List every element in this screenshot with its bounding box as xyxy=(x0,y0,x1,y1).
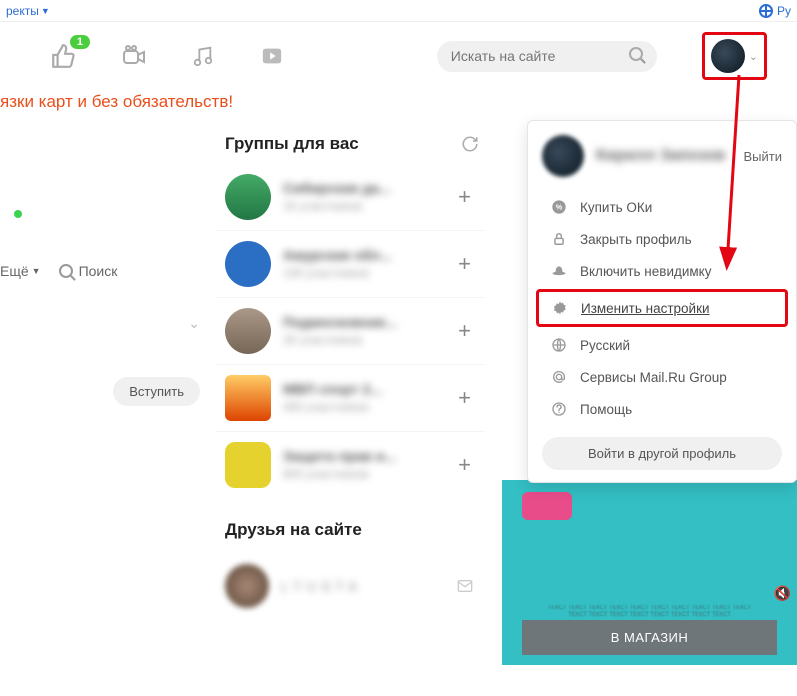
avatar xyxy=(711,39,745,73)
collapse-chevron[interactable]: ⌄ xyxy=(0,315,200,332)
add-icon[interactable]: + xyxy=(454,184,475,210)
group-avatar xyxy=(225,241,271,287)
video-icon[interactable] xyxy=(121,44,147,68)
play-icon[interactable] xyxy=(259,45,285,67)
add-icon[interactable]: + xyxy=(454,452,475,478)
friend-row[interactable]: L T U S T A xyxy=(215,550,485,622)
ad-fineprint: ТЕКСТ ТЕКСТ ТЕКСТ ТЕКСТ ТЕКСТ ТЕКСТ ТЕКС… xyxy=(502,605,797,618)
group-row[interactable]: Амурская обл...10К участников + xyxy=(215,231,485,298)
group-row[interactable]: Сибирская да...1К участников + xyxy=(215,164,485,231)
mute-icon[interactable]: 🔇 xyxy=(774,585,791,602)
lock-icon xyxy=(550,230,568,248)
gear-icon xyxy=(551,299,569,317)
music-icon[interactable] xyxy=(192,44,214,68)
menu-settings[interactable]: Изменить настройки xyxy=(536,289,788,327)
notification-badge: 1 xyxy=(70,35,90,49)
search-icon xyxy=(629,47,643,66)
mail-icon[interactable] xyxy=(455,578,475,594)
profile-menu-trigger[interactable]: ⌄ xyxy=(702,32,767,80)
online-status-dot xyxy=(14,210,22,218)
friends-title: Друзья на сайте xyxy=(225,520,362,540)
left-search-button[interactable]: Поиск xyxy=(59,263,118,279)
promo-text: язки карт и без обязательств! xyxy=(0,90,797,120)
menu-buy-ok[interactable]: % Купить ОКи xyxy=(528,191,796,223)
chevron-down-icon: ▼ xyxy=(32,266,41,276)
topbar-lang-label: Ру xyxy=(777,4,791,18)
group-row[interactable]: МВП спорт 2...400 участников + xyxy=(215,365,485,432)
help-icon xyxy=(550,400,568,418)
group-avatar xyxy=(225,308,271,354)
menu-language[interactable]: Русский xyxy=(528,329,796,361)
more-button[interactable]: Ещё ▼ xyxy=(0,263,41,279)
search-icon xyxy=(59,264,73,278)
topbar-projects-label: ректы xyxy=(6,4,39,18)
add-icon[interactable]: + xyxy=(454,318,475,344)
globe-icon xyxy=(759,4,773,18)
group-avatar xyxy=(225,442,271,488)
left-search-label: Поиск xyxy=(79,263,118,279)
friend-avatar xyxy=(225,564,269,608)
coin-icon: % xyxy=(550,198,568,216)
group-row[interactable]: Подмосковная...2К участников + xyxy=(215,298,485,365)
group-avatar xyxy=(225,375,271,421)
profile-dropdown: Кирилл Запозов Выйти % Купить ОКи Закрыт… xyxy=(527,120,797,483)
avatar xyxy=(542,135,584,177)
menu-help[interactable]: Помощь xyxy=(528,393,796,425)
menu-services[interactable]: Сервисы Mail.Ru Group xyxy=(528,361,796,393)
menu-lock-profile[interactable]: Закрыть профиль xyxy=(528,223,796,255)
add-icon[interactable]: + xyxy=(454,251,475,277)
search-box[interactable] xyxy=(437,41,657,72)
ad-graphic xyxy=(522,492,572,520)
groups-title: Группы для вас xyxy=(225,134,359,154)
search-input[interactable] xyxy=(451,48,629,64)
reload-icon[interactable] xyxy=(461,135,479,153)
ad-banner[interactable]: 🔇 ТЕКСТ ТЕКСТ ТЕКСТ ТЕКСТ ТЕКСТ ТЕКСТ ТЕ… xyxy=(502,480,797,665)
at-icon xyxy=(550,368,568,386)
profile-name[interactable]: Кирилл Запозов xyxy=(596,147,732,165)
group-row[interactable]: Защита прав и...800 участников + xyxy=(215,432,485,498)
shop-button[interactable]: В МАГАЗИН xyxy=(522,620,777,655)
switch-profile-button[interactable]: Войти в другой профиль xyxy=(542,437,782,470)
topbar-projects-link[interactable]: ректы ▼ xyxy=(6,4,50,18)
chevron-down-icon: ⌄ xyxy=(749,50,758,63)
more-label: Ещё xyxy=(0,263,29,279)
hat-icon xyxy=(550,262,568,280)
chevron-down-icon: ▼ xyxy=(41,6,50,16)
add-icon[interactable]: + xyxy=(454,385,475,411)
topbar-lang-link[interactable]: Ру xyxy=(759,4,791,18)
globe-icon xyxy=(550,336,568,354)
like-icon[interactable]: 1 xyxy=(50,43,76,69)
group-avatar xyxy=(225,174,271,220)
menu-invisible[interactable]: Включить невидимку xyxy=(528,255,796,287)
logout-link[interactable]: Выйти xyxy=(744,149,783,164)
svg-text:%: % xyxy=(556,203,563,212)
friend-name: L T U S T A xyxy=(281,579,443,594)
join-button[interactable]: Вступить xyxy=(113,377,200,406)
